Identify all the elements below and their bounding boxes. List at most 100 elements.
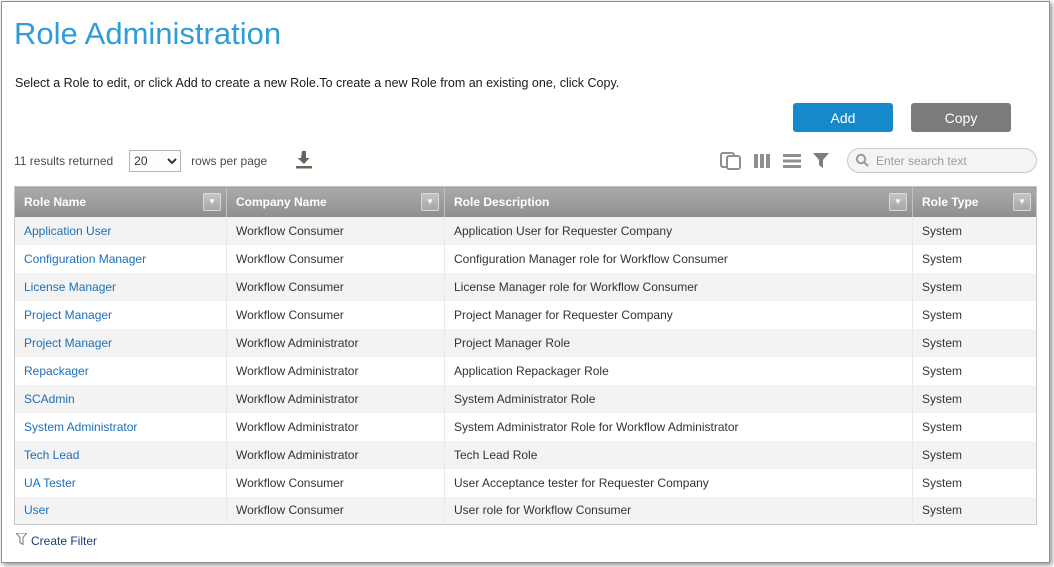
company-name-cell: Workflow Consumer xyxy=(227,497,445,525)
role-type-cell: System xyxy=(913,413,1037,441)
role-name-cell: License Manager xyxy=(15,273,227,301)
role-type-cell: System xyxy=(913,385,1037,413)
export-pages-icon[interactable] xyxy=(720,152,742,170)
create-filter-label: Create Filter xyxy=(31,534,97,548)
rows-per-page-label: rows per page xyxy=(191,154,267,168)
column-menu-button[interactable]: ▼ xyxy=(421,193,439,211)
role-type-cell: System xyxy=(913,301,1037,329)
role-description-cell: User Acceptance tester for Requester Com… xyxy=(445,469,913,497)
column-header-role-type[interactable]: Role Type ▼ xyxy=(913,187,1037,217)
role-description-cell: System Administrator Role xyxy=(445,385,913,413)
role-type-cell: System xyxy=(913,273,1037,301)
role-type-cell: System xyxy=(913,217,1037,245)
table-row[interactable]: SCAdmin Workflow Administrator System Ad… xyxy=(15,385,1037,413)
role-name-cell: System Administrator xyxy=(15,413,227,441)
column-header-label: Role Name xyxy=(24,195,86,209)
grid-toolbar: 11 results returned 20 rows per page xyxy=(14,148,1037,173)
column-header-label: Role Description xyxy=(454,195,549,209)
role-name-link[interactable]: SCAdmin xyxy=(24,392,75,406)
filter-funnel-icon[interactable] xyxy=(813,153,829,168)
role-name-link[interactable]: System Administrator xyxy=(24,420,137,434)
role-name-cell: Project Manager xyxy=(15,329,227,357)
table-header-row: Role Name ▼ Company Name ▼ Role Descript… xyxy=(15,187,1037,217)
role-name-link[interactable]: Repackager xyxy=(24,364,89,378)
table-row[interactable]: Application User Workflow Consumer Appli… xyxy=(15,217,1037,245)
table-row[interactable]: License Manager Workflow Consumer Licens… xyxy=(15,273,1037,301)
table-row[interactable]: Tech Lead Workflow Administrator Tech Le… xyxy=(15,441,1037,469)
role-name-link[interactable]: Configuration Manager xyxy=(24,252,146,266)
results-count: 11 results returned xyxy=(14,154,113,168)
column-header-company-name[interactable]: Company Name ▼ xyxy=(227,187,445,217)
column-menu-button[interactable]: ▼ xyxy=(203,193,221,211)
company-name-cell: Workflow Consumer xyxy=(227,245,445,273)
role-name-cell: Configuration Manager xyxy=(15,245,227,273)
column-menu-button[interactable]: ▼ xyxy=(1013,193,1031,211)
role-name-link[interactable]: UA Tester xyxy=(24,476,76,490)
role-description-cell: User role for Workflow Consumer xyxy=(445,497,913,525)
role-name-cell: SCAdmin xyxy=(15,385,227,413)
column-header-label: Company Name xyxy=(236,195,327,209)
role-name-link[interactable]: Project Manager xyxy=(24,308,112,322)
role-name-cell: UA Tester xyxy=(15,469,227,497)
role-type-cell: System xyxy=(913,329,1037,357)
table-row[interactable]: UA Tester Workflow Consumer User Accepta… xyxy=(15,469,1037,497)
download-button[interactable] xyxy=(293,150,315,172)
company-name-cell: Workflow Administrator xyxy=(227,441,445,469)
column-menu-button[interactable]: ▼ xyxy=(889,193,907,211)
role-name-cell: Tech Lead xyxy=(15,441,227,469)
role-name-link[interactable]: License Manager xyxy=(24,280,116,294)
column-header-label: Role Type xyxy=(922,195,978,209)
table-row[interactable]: Project Manager Workflow Consumer Projec… xyxy=(15,301,1037,329)
create-filter-icon xyxy=(16,533,27,548)
roles-table: Role Name ▼ Company Name ▼ Role Descript… xyxy=(14,186,1037,525)
company-name-cell: Workflow Administrator xyxy=(227,357,445,385)
row-layout-icon[interactable] xyxy=(783,154,801,168)
role-name-cell: Project Manager xyxy=(15,301,227,329)
company-name-cell: Workflow Consumer xyxy=(227,273,445,301)
column-header-role-name[interactable]: Role Name ▼ xyxy=(15,187,227,217)
add-button[interactable]: Add xyxy=(793,103,893,132)
column-chooser-icon[interactable] xyxy=(754,153,771,169)
role-type-cell: System xyxy=(913,245,1037,273)
table-row[interactable]: Repackager Workflow Administrator Applic… xyxy=(15,357,1037,385)
role-name-cell: Repackager xyxy=(15,357,227,385)
role-name-link[interactable]: Project Manager xyxy=(24,336,112,350)
role-description-cell: Project Manager Role xyxy=(445,329,913,357)
company-name-cell: Workflow Consumer xyxy=(227,301,445,329)
search-input[interactable] xyxy=(847,148,1037,173)
role-name-cell: Application User xyxy=(15,217,227,245)
search-box xyxy=(847,148,1037,173)
role-description-cell: System Administrator Role for Workflow A… xyxy=(445,413,913,441)
company-name-cell: Workflow Consumer xyxy=(227,217,445,245)
table-row[interactable]: User Workflow Consumer User role for Wor… xyxy=(15,497,1037,525)
role-description-cell: Project Manager for Requester Company xyxy=(445,301,913,329)
column-header-role-description[interactable]: Role Description ▼ xyxy=(445,187,913,217)
table-row[interactable]: Project Manager Workflow Administrator P… xyxy=(15,329,1037,357)
company-name-cell: Workflow Consumer xyxy=(227,469,445,497)
role-type-cell: System xyxy=(913,497,1037,525)
role-administration-page: Role Administration Select a Role to edi… xyxy=(1,1,1050,563)
role-type-cell: System xyxy=(913,357,1037,385)
create-filter-link[interactable]: Create Filter xyxy=(16,533,97,548)
company-name-cell: Workflow Administrator xyxy=(227,385,445,413)
role-description-cell: Application Repackager Role xyxy=(445,357,913,385)
download-icon xyxy=(293,150,315,172)
page-subtitle: Select a Role to edit, or click Add to c… xyxy=(15,76,1049,90)
company-name-cell: Workflow Administrator xyxy=(227,413,445,441)
role-description-cell: Configuration Manager role for Workflow … xyxy=(445,245,913,273)
page-title: Role Administration xyxy=(14,16,1049,52)
role-description-cell: Tech Lead Role xyxy=(445,441,913,469)
role-type-cell: System xyxy=(913,469,1037,497)
action-buttons: Add Copy xyxy=(2,103,1011,132)
rows-per-page-select[interactable]: 20 xyxy=(129,150,181,172)
role-name-cell: User xyxy=(15,497,227,525)
role-name-link[interactable]: User xyxy=(24,503,49,517)
role-description-cell: Application User for Requester Company xyxy=(445,217,913,245)
company-name-cell: Workflow Administrator xyxy=(227,329,445,357)
role-name-link[interactable]: Application User xyxy=(24,224,111,238)
copy-button[interactable]: Copy xyxy=(911,103,1011,132)
table-row[interactable]: System Administrator Workflow Administra… xyxy=(15,413,1037,441)
table-row[interactable]: Configuration Manager Workflow Consumer … xyxy=(15,245,1037,273)
role-name-link[interactable]: Tech Lead xyxy=(24,448,79,462)
toolbar-right-icons xyxy=(720,148,1037,173)
